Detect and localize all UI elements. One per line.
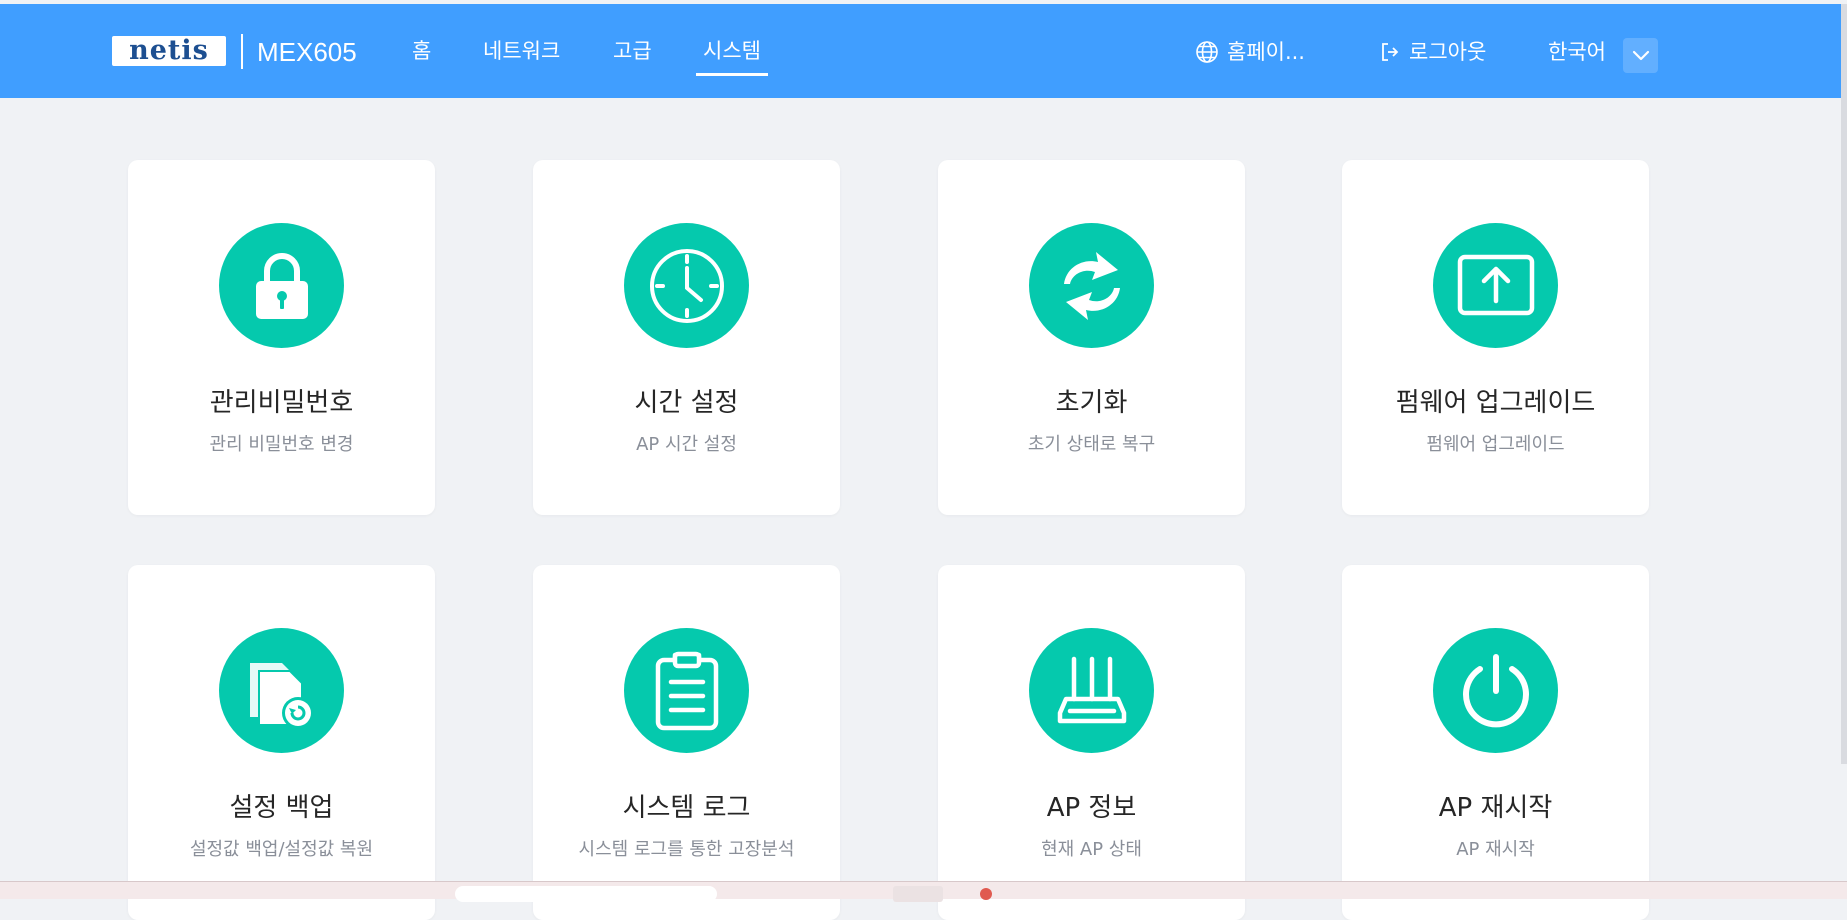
clock-icon [649, 248, 724, 323]
chevron-down-icon [1632, 50, 1649, 60]
taskbar-app-button[interactable] [893, 886, 943, 902]
homepage-label: 홈페이... [1227, 40, 1305, 64]
clipboard-icon-badge [624, 628, 749, 753]
card-ap-info[interactable]: AP 정보 현재 AP 상태 [938, 565, 1245, 920]
card-title: 관리비밀번호 [209, 388, 354, 418]
card-title: 설정 백업 [229, 793, 334, 823]
language-label: 한국어 [1548, 34, 1606, 70]
card-system-log[interactable]: 시스템 로그 시스템 로그를 통한 고장분석 [533, 565, 840, 920]
logout-icon [1382, 43, 1399, 61]
taskbar-app-icon[interactable] [980, 888, 992, 900]
upload-icon [1457, 254, 1534, 315]
nav-active-indicator [696, 73, 768, 76]
router-icon [1057, 656, 1126, 723]
card-reset[interactable]: 초기화 초기 상태로 복구 [938, 160, 1245, 515]
card-subtitle: 펌웨어 업그레이드 [1426, 434, 1565, 455]
nav-network[interactable]: 네트워크 [483, 34, 560, 68]
netis-logo[interactable]: netis [112, 36, 226, 66]
clock-icon-badge [624, 223, 749, 348]
logout-button[interactable]: 로그아웃 [1379, 34, 1486, 70]
router-icon-badge [1029, 628, 1154, 753]
nav-home[interactable]: 홈 [412, 34, 431, 68]
card-title: 시간 설정 [634, 388, 739, 418]
card-subtitle: 현재 AP 상태 [1041, 839, 1142, 860]
top-navbar: netis MEX605 홈 네트워크 고급 시스템 홈페이... 로그아웃 한… [0, 4, 1847, 98]
os-taskbar [0, 881, 1847, 902]
reset-icon [1063, 251, 1120, 320]
scrollbar[interactable] [1841, 4, 1847, 764]
card-subtitle: AP 재시작 [1456, 839, 1535, 860]
backup-icon-badge [219, 628, 344, 753]
backup-icon [249, 662, 314, 729]
logo-text: netis [129, 35, 209, 66]
lock-icon-badge [219, 223, 344, 348]
taskbar-search[interactable] [455, 886, 717, 902]
power-icon-badge [1433, 628, 1558, 753]
card-firmware-upgrade[interactable]: 펌웨어 업그레이드 펌웨어 업그레이드 [1342, 160, 1649, 515]
card-subtitle: AP 시간 설정 [636, 434, 737, 455]
model-name: MEX605 [257, 37, 357, 67]
clipboard-icon [655, 651, 718, 730]
card-title: 시스템 로그 [622, 793, 751, 823]
logout-label: 로그아웃 [1409, 40, 1487, 64]
card-title: AP 정보 [1046, 793, 1137, 823]
reset-icon-badge [1029, 223, 1154, 348]
card-time-settings[interactable]: 시간 설정 AP 시간 설정 [533, 160, 840, 515]
language-dropdown-button[interactable] [1623, 38, 1658, 73]
card-subtitle: 초기 상태로 복구 [1027, 434, 1156, 455]
card-title: 펌웨어 업그레이드 [1395, 388, 1596, 418]
card-title: AP 재시작 [1438, 793, 1553, 823]
language-text: 한국어 [1548, 40, 1606, 64]
card-admin-password[interactable]: 관리비밀번호 관리 비밀번호 변경 [128, 160, 435, 515]
card-ap-restart[interactable]: AP 재시작 AP 재시작 [1342, 565, 1649, 920]
card-title: 초기화 [1055, 388, 1128, 418]
card-subtitle: 설정값 백업/설정값 복원 [189, 839, 374, 860]
upload-icon-badge [1433, 223, 1558, 348]
logo-divider [241, 34, 243, 69]
homepage-link[interactable]: 홈페이... [1195, 34, 1305, 70]
globe-icon [1196, 41, 1218, 63]
power-icon [1462, 653, 1529, 727]
nav-advanced[interactable]: 고급 [613, 34, 652, 68]
card-subtitle: 관리 비밀번호 변경 [209, 434, 354, 455]
nav-system[interactable]: 시스템 [703, 34, 761, 68]
card-settings-backup[interactable]: 설정 백업 설정값 백업/설정값 복원 [128, 565, 435, 920]
lock-icon [255, 252, 308, 319]
card-subtitle: 시스템 로그를 통한 고장분석 [578, 839, 795, 860]
